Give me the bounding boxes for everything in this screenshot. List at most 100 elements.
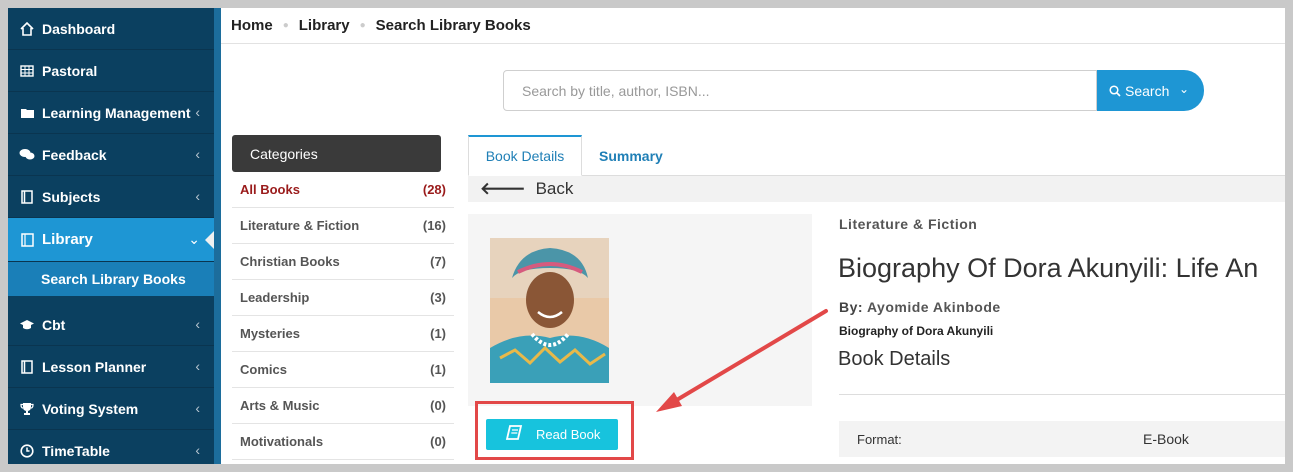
category-item[interactable]: Arts & Music (0) bbox=[232, 388, 454, 424]
breadcrumb-home[interactable]: Home bbox=[231, 17, 273, 34]
sidebar: Dashboard Pastoral Learning Management ‹… bbox=[8, 8, 215, 464]
sidebar-item-timetable[interactable]: TimeTable ‹ bbox=[8, 430, 214, 464]
category-count: (16) bbox=[422, 218, 446, 233]
format-label: Format: bbox=[857, 432, 902, 447]
book-open-icon bbox=[18, 231, 36, 249]
sidebar-item-label: Pastoral bbox=[42, 62, 98, 79]
format-value: E-Book bbox=[1143, 431, 1189, 447]
app-frame: Dashboard Pastoral Learning Management ‹… bbox=[8, 8, 1285, 464]
trophy-icon bbox=[18, 400, 36, 418]
sidebar-item-subjects[interactable]: Subjects ‹ bbox=[8, 176, 214, 218]
category-item[interactable]: Leadership (3) bbox=[232, 280, 454, 316]
tab-book-details[interactable]: Book Details bbox=[468, 135, 582, 176]
graduation-cap-icon bbox=[18, 316, 36, 334]
folder-icon bbox=[18, 104, 36, 122]
sidebar-item-label: Dashboard bbox=[42, 20, 116, 37]
category-count: (3) bbox=[430, 290, 446, 305]
book-author: Ayomide Akinbode bbox=[866, 299, 1001, 315]
category-name: Arts & Music bbox=[240, 398, 320, 413]
chevron-left-icon: ‹ bbox=[195, 400, 200, 416]
category-name: Christian Books bbox=[240, 254, 340, 269]
sidebar-item-label: TimeTable bbox=[42, 442, 110, 459]
sidebar-subitem-search-library-books[interactable]: Search Library Books bbox=[8, 262, 214, 296]
sidebar-item-label: Subjects bbox=[42, 188, 101, 205]
detail-tabs: Book Details Summary bbox=[468, 135, 1285, 176]
chevron-left-icon: ‹ bbox=[195, 188, 200, 204]
breadcrumb-library[interactable]: Library bbox=[299, 17, 350, 34]
back-button[interactable]: 🡐 Back bbox=[468, 176, 1285, 202]
category-item[interactable]: Comics (1) bbox=[232, 352, 454, 388]
search-icon bbox=[1109, 84, 1121, 97]
category-count: (28) bbox=[422, 182, 446, 197]
categories-list: All Books (28) Literature & Fiction (16) C… bbox=[232, 172, 454, 460]
breadcrumb-separator: ● bbox=[359, 20, 366, 31]
chevron-left-icon: ‹ bbox=[195, 146, 200, 162]
sidebar-item-label: Voting System bbox=[42, 400, 139, 417]
chevron-left-icon: ‹ bbox=[195, 104, 200, 120]
category-item[interactable]: All Books (28) bbox=[232, 172, 454, 208]
search-input[interactable]: Search by title, author, ISBN... bbox=[503, 70, 1097, 111]
sidebar-item-voting-system[interactable]: Voting System ‹ bbox=[8, 388, 214, 430]
category-count: (7) bbox=[430, 254, 446, 269]
tab-summary[interactable]: Summary bbox=[599, 135, 663, 176]
sidebar-item-label: Cbt bbox=[42, 316, 66, 333]
category-item[interactable]: Literature & Fiction (16) bbox=[232, 208, 454, 244]
clock-icon bbox=[18, 442, 36, 460]
chevron-down-icon: ⌄ bbox=[188, 231, 200, 247]
book-icon bbox=[18, 358, 36, 376]
sidebar-item-feedback[interactable]: Feedback ‹ bbox=[8, 134, 214, 176]
back-label: Back bbox=[535, 179, 574, 198]
sidebar-item-learning-management[interactable]: Learning Management ‹ bbox=[8, 92, 214, 134]
category-item[interactable]: Christian Books (7) bbox=[232, 244, 454, 280]
table-icon bbox=[18, 62, 36, 80]
by-label: By: bbox=[839, 299, 864, 315]
category-count: (0) bbox=[430, 398, 446, 413]
sidebar-item-dashboard[interactable]: Dashboard bbox=[8, 8, 214, 50]
format-row: Format: E-Book bbox=[839, 421, 1285, 457]
book-author-line: By: Ayomide Akinbode bbox=[839, 299, 1001, 315]
divider bbox=[839, 394, 1285, 395]
book-title: Biography Of Dora Akunyili: Life An bbox=[838, 253, 1259, 283]
chevron-left-icon: ‹ bbox=[195, 358, 200, 374]
chevron-down-icon[interactable]: ⌄ bbox=[1179, 82, 1189, 96]
category-name: Mysteries bbox=[240, 326, 300, 341]
sidebar-item-label: Learning Management bbox=[42, 104, 191, 121]
chevron-left-icon: ‹ bbox=[195, 442, 200, 458]
search-button-label: Search bbox=[1125, 82, 1170, 99]
arrow-left-icon: 🡐 bbox=[480, 179, 526, 198]
category-count: (1) bbox=[430, 362, 446, 377]
category-item[interactable]: Motivationals (0) bbox=[232, 424, 454, 460]
home-icon bbox=[18, 20, 36, 38]
book-details-heading: Book Details bbox=[838, 348, 951, 370]
chat-icon bbox=[18, 146, 36, 164]
category-name: Literature & Fiction bbox=[240, 218, 360, 233]
category-count: (0) bbox=[430, 434, 446, 449]
breadcrumb-current: Search Library Books bbox=[375, 17, 531, 34]
breadcrumb-separator: ● bbox=[282, 20, 289, 31]
book-cover-panel bbox=[468, 214, 812, 406]
category-name: Leadership bbox=[240, 290, 310, 305]
category-name: All Books bbox=[240, 182, 300, 197]
search-button[interactable]: Search ⌄ bbox=[1097, 70, 1204, 111]
book-cover-image bbox=[490, 238, 609, 383]
search-placeholder: Search by title, author, ISBN... bbox=[522, 82, 710, 99]
sidebar-item-label: Library bbox=[42, 231, 93, 248]
category-name: Motivationals bbox=[240, 434, 324, 449]
sidebar-item-library[interactable]: Library ⌄ bbox=[8, 218, 215, 262]
annotation-highlight-box bbox=[475, 401, 634, 460]
sidebar-item-pastoral[interactable]: Pastoral bbox=[8, 50, 214, 92]
sidebar-spacer bbox=[8, 296, 214, 304]
sidebar-item-lesson-planner[interactable]: Lesson Planner ‹ bbox=[8, 346, 214, 388]
sidebar-item-label: Feedback bbox=[42, 146, 107, 163]
sidebar-item-cbt[interactable]: Cbt ‹ bbox=[8, 304, 214, 346]
sidebar-scrollbar[interactable] bbox=[214, 8, 221, 464]
book-icon bbox=[18, 188, 36, 206]
book-genre: Literature & Fiction bbox=[839, 216, 978, 232]
category-item[interactable]: Mysteries (1) bbox=[232, 316, 454, 352]
categories-heading: Categories bbox=[232, 135, 441, 172]
breadcrumb: Home ● Library ● Search Library Books bbox=[221, 8, 1285, 44]
sidebar-item-label: Lesson Planner bbox=[42, 358, 147, 375]
chevron-left-icon: ‹ bbox=[195, 316, 200, 332]
category-count: (1) bbox=[430, 326, 446, 341]
category-name: Comics bbox=[240, 362, 287, 377]
